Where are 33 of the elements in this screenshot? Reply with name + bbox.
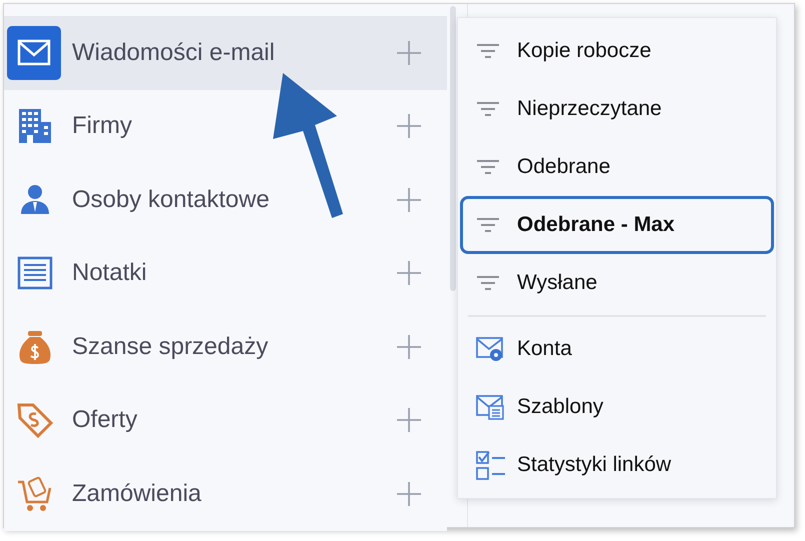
menu-item[interactable]: Kopie robocze (460, 22, 774, 80)
envelope-document-icon (476, 394, 504, 420)
add-icon[interactable] (397, 188, 421, 212)
shopping-cart-icon (17, 476, 53, 512)
filter-icon (476, 159, 500, 175)
add-icon[interactable] (397, 408, 421, 432)
add-icon[interactable] (397, 482, 421, 506)
menu-item[interactable]: Statystyki linków (460, 436, 774, 494)
menu-item[interactable]: Nieprzeczytane (460, 80, 774, 138)
filter-icon (476, 217, 500, 233)
menu-item[interactable]: Odebrane - Max (460, 196, 774, 254)
building-icon (17, 108, 53, 144)
scrollbar[interactable] (450, 6, 456, 291)
document-icon (17, 255, 53, 292)
checklist-icon (476, 450, 506, 480)
menu-item[interactable]: Konta (460, 320, 774, 378)
sidebar-item[interactable]: Wiadomości e-mail (4, 16, 447, 90)
filter-icon (476, 43, 500, 59)
add-icon[interactable] (397, 261, 421, 286)
add-icon[interactable] (397, 114, 421, 138)
envelope-gear-icon (476, 336, 504, 362)
price-tag-icon (17, 402, 53, 438)
menu-item[interactable]: Szablony (460, 378, 774, 436)
filter-icon (476, 101, 500, 117)
add-icon[interactable] (397, 40, 421, 65)
filter-icon (476, 275, 500, 291)
menu-item[interactable]: Wysłane (460, 254, 774, 312)
sidebar-item[interactable]: Zamówienia (4, 457, 447, 530)
sidebar-item[interactable]: Firmy (4, 90, 447, 163)
money-bag-icon (17, 328, 53, 365)
add-icon[interactable] (397, 334, 421, 359)
menu-item[interactable]: Odebrane (460, 138, 774, 196)
envelope-icon (7, 26, 61, 80)
